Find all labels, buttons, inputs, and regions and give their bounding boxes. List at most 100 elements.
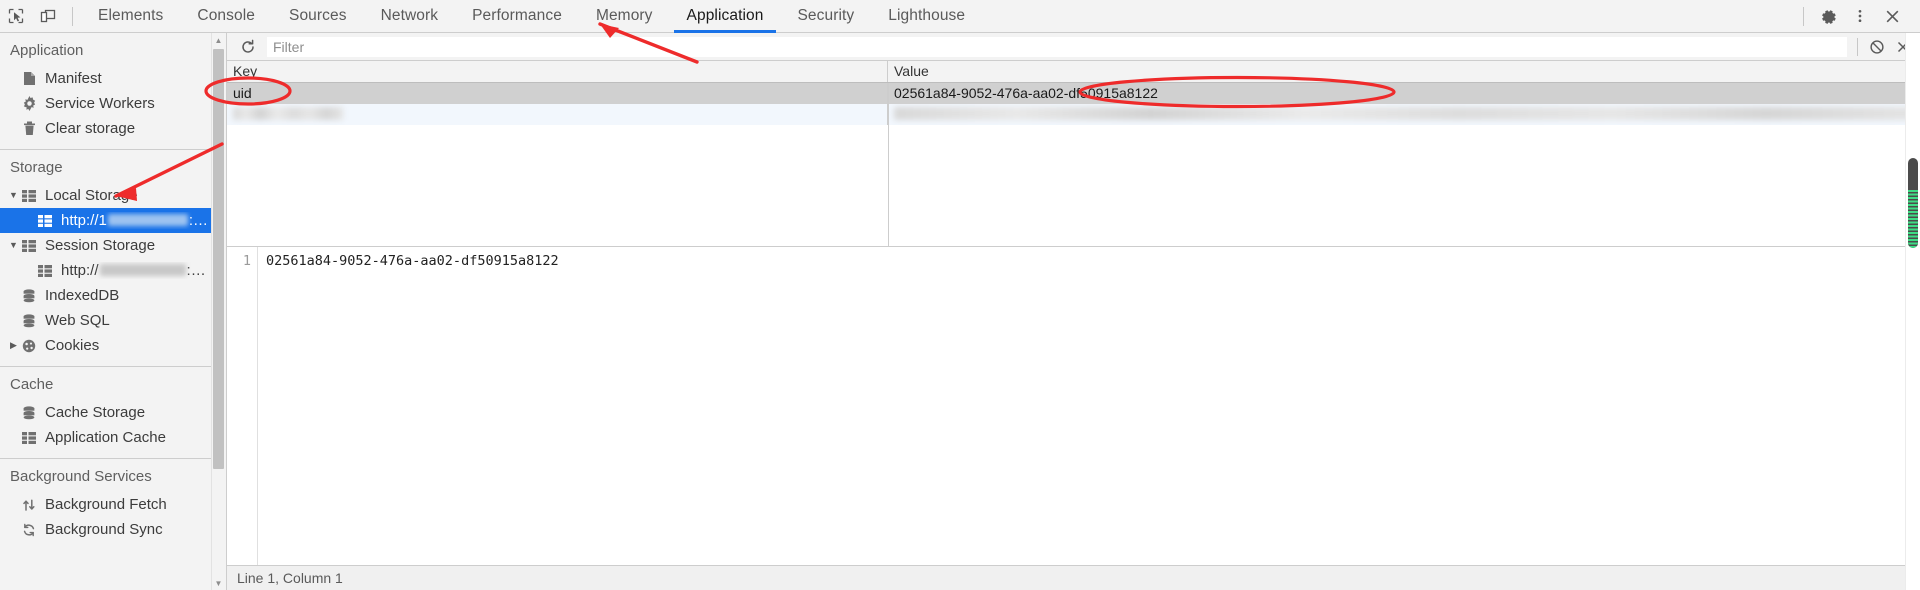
redacted-host [99, 264, 186, 276]
sidebar-item-label: Application Cache [45, 429, 166, 446]
storage-data-grid: Key Value uid 02561a84-9052-476a-aa02-df… [227, 61, 1920, 247]
tab-application[interactable]: Application [670, 0, 781, 33]
table-row[interactable] [227, 104, 1920, 125]
tab-label: Performance [472, 7, 562, 24]
sidebar-item-session-storage-origin[interactable]: http://:8080 [0, 258, 212, 283]
sidebar-item-label: Cache Storage [45, 404, 146, 421]
column-header-value[interactable]: Value [888, 61, 1920, 82]
value-preview-editor: 1 02561a84-9052-476a-aa02-df50915a8122 [227, 247, 1920, 565]
sidebar-section-application-title: Application [10, 42, 84, 59]
sidebar-item-cookies[interactable]: ▶ Cookies [0, 333, 212, 358]
table-icon [20, 430, 38, 446]
sidebar-item-application-cache[interactable]: Application Cache [0, 425, 212, 450]
sidebar-item-label: Background Fetch [45, 496, 167, 513]
editor-line-gutter: 1 [227, 247, 258, 565]
tab-console[interactable]: Console [180, 0, 272, 33]
editor-status-bar: Line 1, Column 1 [227, 565, 1920, 590]
tab-security[interactable]: Security [780, 0, 871, 33]
sidebar-item-web-sql[interactable]: Web SQL [0, 308, 212, 333]
devtools-body: Application Manifest Service Workers Cle… [0, 33, 1920, 590]
cell-key-redacted [227, 104, 888, 125]
table-icon [20, 188, 38, 204]
kebab-menu-icon[interactable] [1844, 2, 1876, 30]
content-scrollbar-thumb[interactable] [1908, 158, 1918, 248]
cookie-icon [20, 338, 38, 354]
editor-content[interactable]: 02561a84-9052-476a-aa02-df50915a8122 [258, 247, 1920, 565]
refresh-icon[interactable] [235, 35, 261, 59]
toolbar-divider [72, 6, 73, 26]
tab-label: Security [797, 7, 855, 24]
tab-label: Console [197, 7, 255, 24]
trash-icon [20, 121, 38, 137]
gear-icon [20, 96, 38, 112]
column-resize-handle[interactable] [888, 83, 889, 246]
toolbar-divider-right [1803, 6, 1804, 26]
chevron-down-icon[interactable]: ▼ [7, 191, 20, 200]
sidebar-item-service-workers[interactable]: Service Workers [0, 91, 212, 116]
table-row[interactable]: uid 02561a84-9052-476a-aa02-df50915a8122 [227, 83, 1920, 104]
sidebar-item-label: Local Storage [45, 187, 138, 204]
data-grid-header: Key Value [227, 61, 1920, 83]
tab-network[interactable]: Network [364, 0, 456, 33]
sidebar-item-local-storage[interactable]: ▼ Local Storage [0, 183, 212, 208]
document-icon [20, 71, 38, 87]
database-icon [20, 288, 38, 304]
sidebar-item-background-sync[interactable]: Background Sync [0, 517, 212, 542]
chevron-right-icon[interactable]: ▶ [7, 341, 20, 350]
gear-icon[interactable] [1812, 2, 1844, 30]
tab-label: Lighthouse [888, 7, 966, 24]
chevron-down-icon[interactable]: ▼ [7, 241, 20, 250]
sidebar-item-label: Background Sync [45, 521, 163, 538]
tab-sources[interactable]: Sources [272, 0, 364, 33]
sidebar-item-background-fetch[interactable]: Background Fetch [0, 492, 212, 517]
origin-suffix: :8080 [188, 212, 212, 229]
tab-elements[interactable]: Elements [81, 0, 180, 33]
tab-memory[interactable]: Memory [579, 0, 670, 33]
close-icon[interactable] [1876, 2, 1908, 30]
filter-input[interactable] [267, 36, 1847, 57]
sidebar-scrollbar-thumb[interactable] [213, 49, 224, 469]
sidebar-item-label: Clear storage [45, 120, 136, 137]
sidebar-item-label: Web SQL [45, 312, 110, 329]
storage-filter-toolbar [227, 33, 1920, 61]
sidebar-scroll-content: Application Manifest Service Workers Cle… [0, 33, 212, 590]
devtools-main-toolbar: Elements Console Sources Network Perform… [0, 0, 1920, 33]
sidebar-section-cache-title: Cache [10, 376, 54, 393]
sidebar-item-manifest[interactable]: Manifest [0, 66, 212, 91]
scroll-up-arrow-icon[interactable]: ▲ [212, 33, 225, 47]
filter-divider [1857, 37, 1858, 56]
scroll-down-arrow-icon[interactable]: ▼ [212, 576, 225, 590]
tab-lighthouse[interactable]: Lighthouse [871, 0, 982, 33]
storage-main-panel: Key Value uid 02561a84-9052-476a-aa02-df… [227, 33, 1920, 590]
redacted-host [107, 214, 188, 226]
database-icon [20, 405, 38, 421]
content-scrollbar[interactable] [1905, 33, 1920, 590]
cell-value-redacted [888, 104, 1920, 125]
tab-performance[interactable]: Performance [455, 0, 579, 33]
line-number: 1 [242, 253, 251, 269]
origin-prefix: http:// [61, 262, 99, 279]
database-icon [20, 313, 38, 329]
devtools-window: Elements Console Sources Network Perform… [0, 0, 1920, 590]
column-header-key[interactable]: Key [227, 61, 888, 82]
sidebar-item-session-storage[interactable]: ▼ Session Storage [0, 233, 212, 258]
sidebar-item-clear-storage[interactable]: Clear storage [0, 116, 212, 141]
tab-label: Network [380, 7, 439, 24]
sidebar-section-background-services-title: Background Services [10, 468, 152, 485]
sidebar-item-local-storage-origin[interactable]: http://1:8080 [0, 208, 212, 233]
sidebar-scrollbar[interactable]: ▲ ▼ [211, 33, 225, 590]
cell-key: uid [227, 83, 888, 104]
application-sidebar: Application Manifest Service Workers Cle… [0, 33, 227, 590]
sidebar-item-indexeddb[interactable]: IndexedDB [0, 283, 212, 308]
table-icon [20, 238, 38, 254]
fetch-arrows-icon [20, 497, 38, 513]
sidebar-item-label: Session Storage [45, 237, 156, 254]
sidebar-item-origin-label: http://1:8080 [61, 212, 212, 229]
inspect-cursor-icon[interactable] [0, 2, 32, 30]
device-toolbar-icon[interactable] [32, 2, 64, 30]
tab-label: Application [686, 7, 764, 24]
clear-all-icon[interactable] [1864, 35, 1890, 59]
scrollbar-coverage-indicator [1908, 190, 1918, 248]
sidebar-item-cache-storage[interactable]: Cache Storage [0, 400, 212, 425]
panel-tabs: Elements Console Sources Network Perform… [81, 0, 982, 33]
